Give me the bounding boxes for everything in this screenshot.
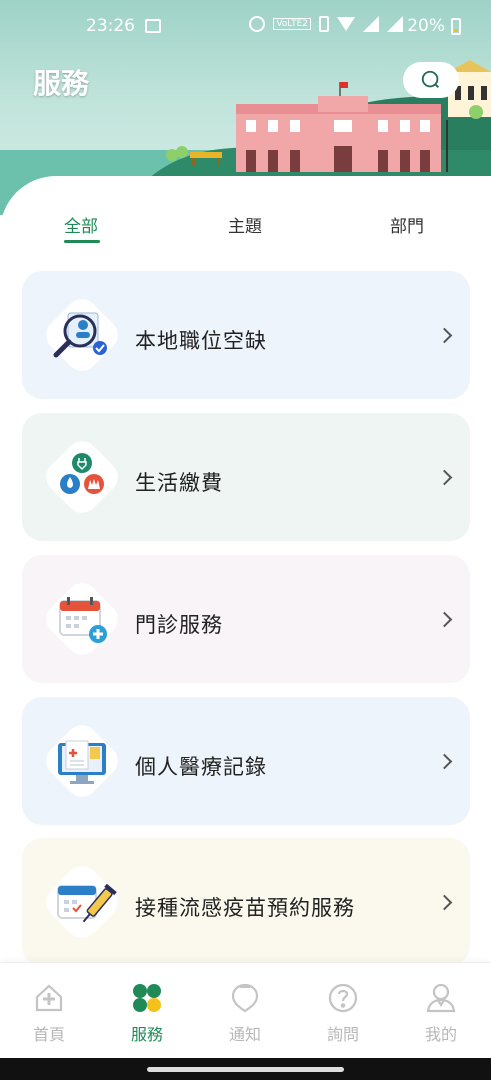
utility-bill-icon — [60, 453, 104, 494]
status-time: 23:26 — [86, 16, 135, 36]
service-card-outpatient[interactable]: 門診服務 — [22, 555, 470, 683]
services-icon — [133, 984, 161, 1012]
service-card-flu-vaccine[interactable]: 接種流感疫苗預約服務 — [22, 838, 470, 966]
home-icon — [35, 984, 63, 1012]
nav-label: 首頁 — [32, 1025, 65, 1044]
nav-inquiry[interactable]: 詢問 — [308, 981, 378, 1051]
help-icon — [328, 983, 358, 1013]
nav-home[interactable]: 首頁 — [14, 981, 84, 1051]
search-button[interactable] — [403, 62, 459, 98]
nav-label: 詢問 — [326, 1025, 359, 1044]
service-label: 個人醫療記錄 — [135, 755, 267, 779]
vibrate-icon — [319, 16, 329, 32]
nav-profile[interactable]: 我的 — [406, 981, 476, 1051]
volte-icon: VoLTE2 — [273, 18, 311, 30]
chevron-right-icon — [436, 327, 453, 344]
status-bar: 23:26 VoLTE2 20% — [0, 16, 491, 40]
nav-notifications[interactable]: 通知 — [210, 981, 280, 1051]
medical-record-icon — [58, 740, 106, 784]
page-title: 服務 — [33, 67, 90, 100]
system-navigation-bar — [0, 1058, 491, 1080]
service-label: 本地職位空缺 — [135, 329, 267, 353]
service-label: 門診服務 — [135, 613, 223, 637]
notification-icon — [231, 983, 259, 1013]
home-gesture-handle[interactable] — [147, 1067, 344, 1072]
service-card-job-vacancies[interactable]: 本地職位空缺 — [22, 271, 470, 399]
clinic-calendar-icon — [59, 597, 107, 643]
chevron-right-icon — [436, 611, 453, 628]
profile-icon — [426, 983, 456, 1013]
vaccine-appointment-icon — [57, 883, 117, 923]
service-card-utility-payment[interactable]: 生活繳費 — [22, 413, 470, 541]
signal-icon — [363, 16, 379, 32]
chevron-right-icon — [436, 753, 453, 770]
nav-label: 我的 — [424, 1025, 457, 1044]
battery-percent: 20% — [407, 16, 445, 36]
chevron-right-icon — [436, 894, 453, 911]
active-tab-indicator — [64, 240, 100, 243]
tab-topic[interactable]: 主題 — [228, 212, 262, 237]
signal-icon-2 — [387, 16, 403, 32]
bottom-navigation: 首頁 服務 通知 詢問 我的 — [0, 962, 491, 1058]
service-label: 接種流感疫苗預約服務 — [135, 896, 355, 920]
tab-all[interactable]: 全部 — [64, 212, 98, 237]
category-tabs: 全部 主題 部門 — [0, 212, 491, 252]
tab-department[interactable]: 部門 — [390, 212, 424, 237]
wifi-icon — [337, 17, 355, 31]
nav-services[interactable]: 服務 — [112, 981, 182, 1051]
alarm-icon — [249, 16, 266, 32]
search-icon — [421, 70, 439, 88]
nav-label: 服務 — [130, 1025, 163, 1044]
job-search-icon — [53, 312, 107, 358]
service-card-medical-record[interactable]: 個人醫療記錄 — [22, 697, 470, 825]
nav-label: 通知 — [228, 1025, 261, 1044]
chevron-right-icon — [436, 469, 453, 486]
service-label: 生活繳費 — [135, 471, 223, 495]
battery-icon — [451, 18, 461, 35]
gallery-icon — [145, 19, 161, 33]
